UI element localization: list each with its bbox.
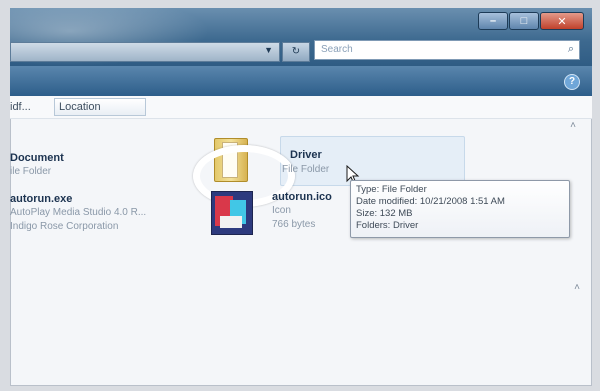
list-item-driver[interactable]: Driver: [290, 149, 322, 161]
minimize-icon: –: [489, 15, 497, 27]
selected-item-highlight[interactable]: [280, 136, 465, 186]
item-company: Indigo Rose Corporation: [10, 221, 119, 232]
maximize-icon: □: [520, 15, 528, 27]
item-type: Icon: [272, 205, 291, 216]
address-bar[interactable]: ▼: [10, 42, 280, 62]
tooltip-size: Size: 132 MB: [356, 208, 413, 219]
tooltip-folders: Folders: Driver: [356, 220, 419, 231]
list-item-autorun-exe[interactable]: autorun.exe: [10, 193, 72, 205]
help-icon[interactable]: ?: [564, 74, 580, 90]
item-type: File Folder: [282, 164, 330, 175]
tooltip-date: Date modified: 10/21/2008 1:51 AM: [356, 196, 505, 207]
item-description: AutoPlay Media Studio 4.0 R...: [10, 207, 147, 218]
column-header: idf... Location: [10, 96, 592, 119]
collapse-icon[interactable]: ˄: [574, 282, 580, 293]
close-button[interactable]: ✕: [540, 12, 584, 30]
column-header-location[interactable]: Location: [54, 98, 146, 116]
refresh-button[interactable]: ↻: [282, 42, 310, 62]
close-icon: ✕: [557, 15, 567, 28]
item-type: ile Folder: [10, 166, 52, 177]
command-bar: ?: [10, 66, 592, 96]
minimize-button[interactable]: –: [478, 12, 508, 30]
column-header-truncated[interactable]: idf...: [10, 99, 52, 115]
item-size: 766 bytes: [272, 219, 316, 230]
search-placeholder: Search: [321, 44, 353, 55]
tooltip-type: Type: File Folder: [356, 184, 427, 195]
refresh-icon: ↻: [291, 46, 301, 57]
list-item-document[interactable]: Document: [10, 152, 64, 164]
dropdown-icon[interactable]: ▼: [264, 45, 273, 55]
explorer-window: – □ ✕ ▼ ↻ Search ⌕ ? idf... Location ˄ ˄…: [10, 8, 592, 386]
tooltip: Type: File Folder Date modified: 10/21/2…: [350, 180, 570, 238]
maximize-button[interactable]: □: [509, 12, 539, 30]
app-icon[interactable]: [211, 191, 253, 235]
collapse-icon[interactable]: ˄: [570, 120, 576, 131]
title-bar: – □ ✕ ▼ ↻ Search ⌕: [10, 8, 592, 66]
search-icon[interactable]: ⌕: [568, 43, 574, 56]
window-controls: – □ ✕: [477, 12, 584, 30]
list-item-autorun-ico[interactable]: autorun.ico: [272, 191, 332, 203]
search-input[interactable]: Search ⌕: [314, 40, 580, 60]
